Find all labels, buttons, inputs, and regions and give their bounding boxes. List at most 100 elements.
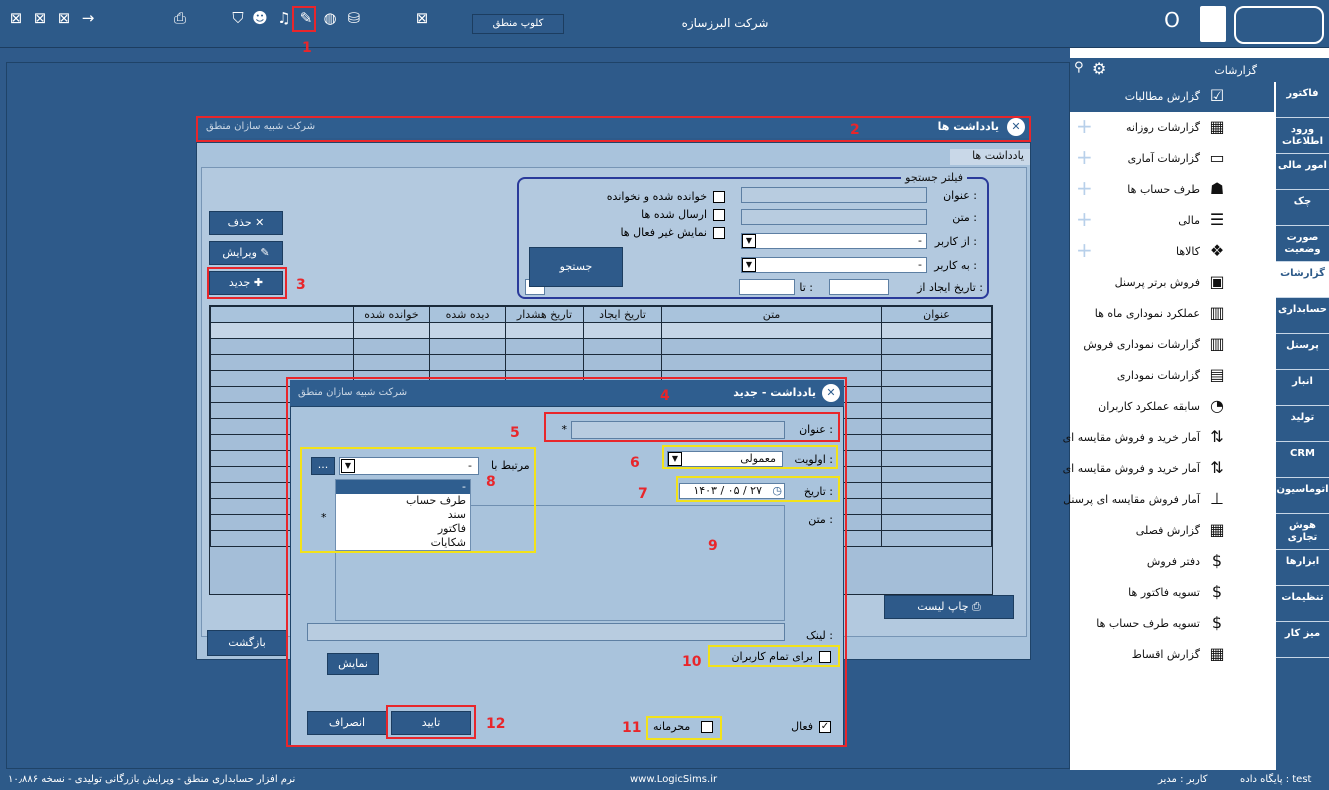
sidebar-item[interactable]: ☰ مالی + — [1070, 206, 1274, 236]
sidebar-item[interactable]: $ دفتر فروش — [1070, 547, 1274, 577]
search-button[interactable]: جستجو — [529, 247, 623, 287]
from-user-select[interactable]: - ▼ — [741, 233, 927, 249]
back-button[interactable]: بازگشت — [207, 630, 287, 656]
sidebar-tab[interactable]: گزارشات — [1276, 262, 1329, 298]
top-toolbar: ⊠ ⊠ ⊠ → ⎙ ⛉ ☻ ♫ ✎ ◍ ⛁ ⊠ کلوپ منطق شرکت ا… — [0, 0, 1329, 48]
read-unread-checkbox[interactable] — [713, 191, 725, 203]
database-icon[interactable]: ⛁ — [344, 8, 364, 28]
annotation-number: 5 — [510, 425, 520, 441]
plus-icon[interactable]: + — [1076, 116, 1093, 136]
compare-user-icon: ⊥ — [1210, 489, 1224, 508]
created-from-label: تاریخ ایجاد از : — [917, 281, 983, 294]
sidebar-item-label: سابقه عملکرد کاربران — [1098, 400, 1200, 413]
sidebar-item[interactable]: ☑ گزارش مطالبات — [1070, 82, 1274, 112]
sidebar-item-label: گزارشات نموداری فروش — [1083, 338, 1200, 351]
show-inactive-checkbox[interactable] — [713, 227, 725, 239]
plus-icon[interactable]: + — [1076, 209, 1093, 229]
plus-icon[interactable]: + — [1076, 178, 1093, 198]
annotation-box — [662, 445, 838, 469]
column-header[interactable]: تاریخ هشدار — [505, 306, 584, 323]
sidebar-tab[interactable]: امور مالی — [1276, 154, 1329, 190]
sidebar-item[interactable]: ⊥ آمار فروش مقایسه ای پرسنل — [1063, 485, 1274, 515]
sidebar-tab[interactable]: تولید — [1276, 406, 1329, 442]
sidebar-item[interactable]: ▥ گزارشات نموداری فروش — [1070, 330, 1274, 360]
window-icon[interactable]: ⊠ — [30, 8, 50, 28]
title-filter-input[interactable] — [741, 187, 927, 203]
column-header[interactable]: عنوان — [881, 306, 992, 323]
plus-icon[interactable]: + — [1076, 240, 1093, 260]
sidebar-item-label: گزارشات نموداری — [1116, 369, 1200, 382]
club-button[interactable]: کلوپ منطق — [472, 14, 564, 34]
sidebar-item[interactable]: $ تسویه طرف حساب ها — [1070, 609, 1274, 639]
plus-icon[interactable]: + — [1076, 147, 1093, 167]
to-user-select[interactable]: - ▼ — [741, 257, 927, 273]
sidebar-item[interactable]: ▦ گزارشات روزانه + — [1070, 113, 1274, 143]
sidebar-item[interactable]: ⇅ آمار خرید و فروش مقایسه ای — [1063, 454, 1274, 484]
to-user-label: به کاربر : — [934, 259, 977, 272]
sidebar-tab[interactable]: چک — [1276, 190, 1329, 226]
clipboard-check-icon: ☑ — [1209, 86, 1225, 105]
sidebar-item[interactable]: ☗ طرف حساب ها + — [1070, 175, 1274, 205]
annotation-box — [300, 447, 536, 553]
sidebar-item[interactable]: ▥ عملکرد نموداری ماه ها — [1070, 299, 1274, 329]
sidebar-item[interactable]: ▣ فروش برتر پرسنل — [1070, 268, 1274, 298]
column-header[interactable]: متن — [661, 306, 882, 323]
sent-checkbox[interactable] — [713, 209, 725, 221]
sidebar-tab[interactable]: ورود اطلاعات — [1276, 118, 1329, 154]
sidebar-item-label: عملکرد نموداری ماه ها — [1094, 307, 1200, 320]
created-to-date[interactable] — [739, 279, 795, 295]
compare-icon: ⇅ — [1210, 458, 1224, 477]
sidebar-tab[interactable]: تنظیمات — [1276, 586, 1329, 622]
sidebar-tab[interactable]: CRM — [1276, 442, 1329, 478]
sidebar-tab[interactable]: میز کار — [1276, 622, 1329, 658]
sidebar-item[interactable]: ▤ گزارشات نموداری — [1070, 361, 1274, 391]
gear-icon[interactable]: ⚙ — [1092, 59, 1106, 78]
sidebar-item-label: گزارش اقساط — [1131, 648, 1200, 661]
column-header — [210, 306, 354, 323]
text-filter-input[interactable] — [741, 209, 927, 225]
sidebar-tab[interactable]: هوش تجاری — [1276, 514, 1329, 550]
print-list-button[interactable]: چاپ لیست ⎙ — [884, 595, 1014, 619]
sidebar-item[interactable]: ❖ کالاها + — [1070, 237, 1274, 267]
show-inactive-label: نمایش غیر فعال ها — [620, 226, 707, 239]
window-icon[interactable]: ⊠ — [412, 8, 432, 28]
user-circle-icon[interactable]: ◍ — [320, 8, 340, 28]
sidebar-item[interactable]: $ تسویه فاکتور ها — [1070, 578, 1274, 608]
sidebar-tab[interactable]: حسابداری — [1276, 298, 1329, 334]
annotation-number: 9 — [708, 538, 718, 554]
edit-button[interactable]: ویرایش ✎ — [209, 241, 283, 265]
list-icon: ☰ — [1209, 210, 1225, 229]
sidebar-tab[interactable]: انبار — [1276, 370, 1329, 406]
sidebar-tab[interactable]: فاکتور — [1276, 82, 1329, 118]
funnel-icon[interactable]: ⛉ — [228, 8, 248, 28]
dollar-book-icon: $ — [1211, 551, 1223, 570]
annotation-number: 8 — [486, 474, 496, 490]
sidebar-item-label: آمار خرید و فروش مقایسه ای — [1062, 462, 1200, 475]
sidebar-item[interactable]: ⇅ آمار خرید و فروش مقایسه ای — [1063, 423, 1274, 453]
sidebar-tab[interactable]: صورت وضعیت — [1276, 226, 1329, 262]
bell-note-icon[interactable]: ♫ — [274, 8, 294, 28]
column-header[interactable]: خوانده شده — [353, 306, 430, 323]
annotation-box — [646, 716, 722, 740]
window-icon[interactable]: ⊠ — [54, 8, 74, 28]
pin-icon[interactable]: ⚲ — [1074, 60, 1084, 75]
tab-notes[interactable]: یادداشت ها — [950, 149, 1030, 165]
annotation-number: 4 — [660, 388, 670, 404]
sidebar-tab[interactable]: پرسنل — [1276, 334, 1329, 370]
sidebar-tab[interactable]: ابزارها — [1276, 550, 1329, 586]
sidebar-item[interactable]: ▦ گزارش اقساط — [1070, 640, 1274, 670]
created-from-date[interactable] — [829, 279, 889, 295]
sidebar-tab[interactable]: اتوماسیون — [1276, 478, 1329, 514]
print-icon[interactable]: ⎙ — [170, 8, 190, 28]
sidebar-item[interactable]: ▦ گزارش فصلی — [1070, 516, 1274, 546]
arrow-right-icon[interactable]: → — [78, 8, 98, 28]
sidebar-item[interactable]: ◔ سابقه عملکرد کاربران — [1070, 392, 1274, 422]
user-chat-icon[interactable]: ☻ — [250, 8, 270, 28]
folder-edit-icon: ▭ — [1209, 148, 1225, 167]
window-icon[interactable]: ⊠ — [6, 8, 26, 28]
sidebar-item[interactable]: ▭ گزارشات آماری + — [1070, 144, 1274, 174]
column-header[interactable]: دیده شده — [429, 306, 506, 323]
column-header[interactable]: تاریخ ایجاد — [583, 306, 662, 323]
delete-button[interactable]: حذف ✕ — [209, 211, 283, 235]
search-icon[interactable]: O — [1162, 10, 1182, 30]
